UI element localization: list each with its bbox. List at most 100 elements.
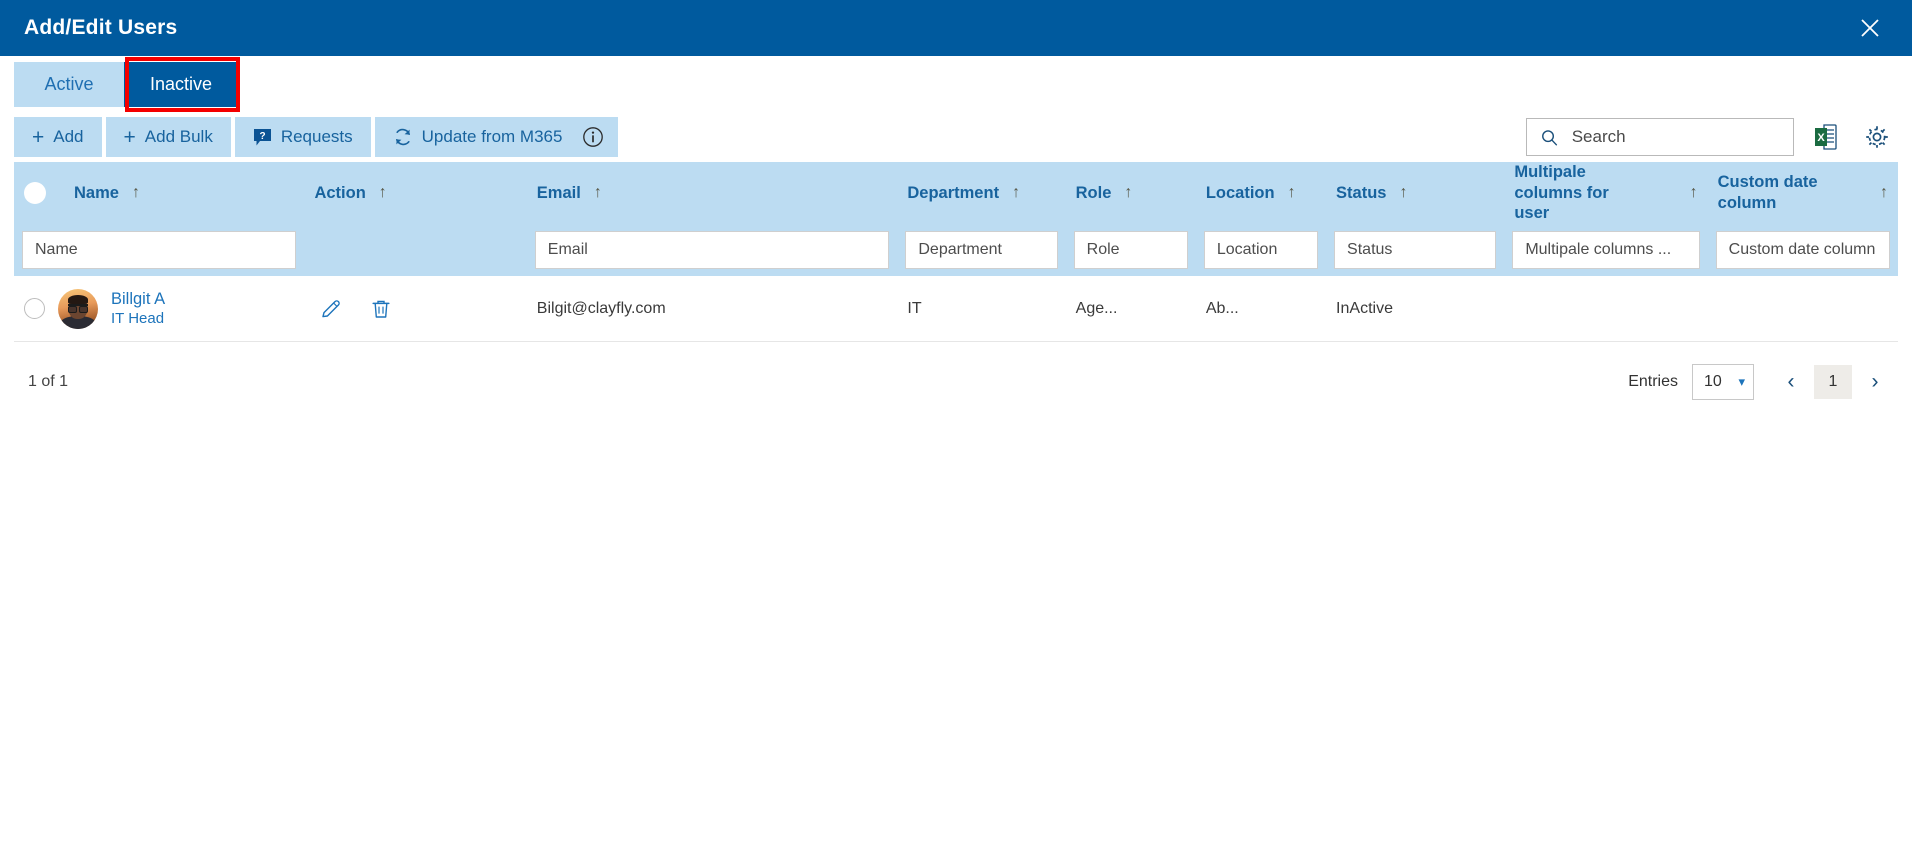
tab-active-label: Active bbox=[44, 74, 94, 94]
toolbar: + Add + Add Bulk ? Requests Update from … bbox=[0, 112, 1912, 162]
column-header-status[interactable]: Status ↑ bbox=[1326, 162, 1504, 224]
filter-input-custom-date[interactable] bbox=[1715, 230, 1890, 269]
row-multiple-columns bbox=[1504, 276, 1707, 342]
table-filter-row bbox=[14, 223, 1898, 276]
svg-text:X: X bbox=[1817, 132, 1825, 144]
column-header-status-label: Status bbox=[1336, 183, 1387, 202]
sort-ascending-icon: ↑ bbox=[1399, 183, 1408, 201]
search-box[interactable] bbox=[1526, 118, 1794, 156]
settings-button[interactable] bbox=[1860, 120, 1894, 154]
column-header-action[interactable]: Action ↑ bbox=[304, 162, 526, 224]
column-header-name-label: Name bbox=[74, 183, 119, 202]
add-bulk-button-label: Add Bulk bbox=[144, 127, 213, 146]
filter-input-status[interactable] bbox=[1334, 230, 1497, 269]
column-header-custom-date-label: Custom date column bbox=[1717, 173, 1818, 212]
row-email: Bilgit@clayfly.com bbox=[536, 299, 666, 317]
update-m365-group: Update from M365 bbox=[374, 117, 619, 157]
sort-ascending-icon: ↑ bbox=[1012, 183, 1021, 201]
row-select-radio[interactable] bbox=[24, 298, 45, 320]
sort-ascending-icon: ↑ bbox=[1689, 183, 1698, 201]
table-row[interactable]: Billgit A IT Head Bilgit@clayfly.com IT … bbox=[14, 275, 1898, 342]
export-excel-button[interactable]: X bbox=[1810, 120, 1844, 154]
tab-active[interactable]: Active bbox=[14, 62, 124, 107]
column-header-email[interactable]: Email ↑ bbox=[527, 162, 898, 224]
filter-input-location[interactable] bbox=[1203, 230, 1319, 269]
filter-input-name[interactable] bbox=[22, 230, 297, 269]
table-header-row: Name ↑ Action ↑ Email ↑ Department ↑ Rol… bbox=[14, 162, 1898, 224]
table-footer: 1 of 1 Entries 10 ▾ ‹ 1 › bbox=[0, 342, 1912, 401]
filter-input-role[interactable] bbox=[1073, 230, 1188, 269]
toolbar-actions: + Add + Add Bulk ? Requests Update from … bbox=[14, 117, 619, 157]
sort-ascending-icon: ↑ bbox=[378, 183, 387, 201]
close-button[interactable] bbox=[1850, 8, 1890, 48]
filter-input-email[interactable] bbox=[534, 230, 890, 269]
add-button-label: Add bbox=[53, 127, 84, 146]
close-icon bbox=[1861, 19, 1879, 37]
pagination-controls: Entries 10 ▾ ‹ 1 › bbox=[1628, 364, 1892, 401]
user-name[interactable]: Billgit A bbox=[111, 289, 165, 310]
previous-page-button[interactable]: ‹ bbox=[1774, 365, 1808, 399]
sort-ascending-icon: ↑ bbox=[1287, 183, 1296, 201]
column-header-multiple-columns[interactable]: Multipale columns for user ↑ bbox=[1504, 162, 1707, 224]
user-name-cell: Billgit A IT Head bbox=[24, 288, 294, 329]
column-header-role-label: Role bbox=[1075, 183, 1112, 202]
users-table: Name ↑ Action ↑ Email ↑ Department ↑ Rol… bbox=[14, 162, 1898, 342]
row-role: Age... bbox=[1075, 299, 1118, 317]
column-header-department-label: Department bbox=[907, 183, 1000, 202]
row-status: InActive bbox=[1336, 299, 1393, 317]
tab-inactive[interactable]: Inactive bbox=[124, 62, 239, 107]
row-custom-date bbox=[1708, 276, 1898, 342]
filter-cell-department bbox=[897, 224, 1065, 276]
tab-inactive-label: Inactive bbox=[150, 74, 213, 94]
users-table-container: Name ↑ Action ↑ Email ↑ Department ↑ Rol… bbox=[0, 162, 1912, 342]
column-header-role[interactable]: Role ↑ bbox=[1066, 162, 1196, 224]
filter-cell-name bbox=[14, 224, 304, 276]
pencil-icon bbox=[322, 299, 341, 317]
column-header-action-label: Action bbox=[314, 183, 366, 202]
row-location: Ab... bbox=[1205, 299, 1239, 317]
requests-button[interactable]: ? Requests bbox=[234, 117, 371, 157]
filter-input-multiple-columns[interactable] bbox=[1512, 230, 1700, 269]
update-from-m365-button[interactable]: Update from M365 bbox=[375, 117, 581, 157]
plus-icon: + bbox=[32, 125, 45, 149]
trash-icon bbox=[372, 300, 391, 318]
column-header-location[interactable]: Location ↑ bbox=[1196, 162, 1326, 224]
info-button[interactable] bbox=[580, 117, 618, 157]
toolbar-right: X bbox=[1526, 118, 1894, 156]
requests-button-label: Requests bbox=[280, 127, 353, 146]
filter-cell-multiple-columns bbox=[1504, 224, 1707, 276]
entries-per-page-value: 10 bbox=[1704, 373, 1722, 391]
filter-cell-custom-date bbox=[1708, 224, 1898, 276]
tab-bar: Active Inactive bbox=[0, 56, 1912, 112]
sort-ascending-icon: ↑ bbox=[131, 183, 140, 201]
column-header-department[interactable]: Department ↑ bbox=[897, 162, 1065, 224]
edit-user-button[interactable] bbox=[320, 298, 342, 320]
page-title: Add/Edit Users bbox=[24, 16, 178, 39]
gear-icon bbox=[1866, 126, 1888, 148]
info-circle-icon bbox=[583, 127, 604, 147]
delete-user-button[interactable] bbox=[370, 298, 392, 320]
column-header-email-label: Email bbox=[536, 183, 581, 202]
filter-cell-email bbox=[527, 224, 898, 276]
column-header-location-label: Location bbox=[1205, 183, 1275, 202]
column-header-custom-date[interactable]: Custom date column ↑ bbox=[1708, 162, 1898, 224]
sort-ascending-icon: ↑ bbox=[593, 183, 602, 201]
record-count: 1 of 1 bbox=[28, 373, 69, 391]
avatar bbox=[58, 288, 98, 329]
window-title-bar: Add/Edit Users bbox=[0, 0, 1912, 56]
update-from-m365-label: Update from M365 bbox=[421, 127, 563, 146]
sort-ascending-icon: ↑ bbox=[1124, 183, 1133, 201]
search-input[interactable] bbox=[1569, 126, 1783, 148]
next-page-button[interactable]: › bbox=[1858, 365, 1892, 399]
row-department: IT bbox=[907, 299, 922, 317]
filter-input-department[interactable] bbox=[905, 230, 1058, 269]
entries-per-page-select[interactable]: 10 ▾ bbox=[1692, 364, 1754, 401]
row-select-cell: Billgit A IT Head bbox=[14, 276, 304, 342]
page-number-1[interactable]: 1 bbox=[1814, 365, 1852, 400]
select-all-radio[interactable] bbox=[24, 181, 46, 204]
add-button[interactable]: + Add bbox=[14, 117, 102, 157]
sync-icon bbox=[395, 128, 410, 146]
plus-icon: + bbox=[123, 125, 136, 149]
add-bulk-button[interactable]: + Add Bulk bbox=[105, 117, 231, 157]
column-header-name[interactable]: Name ↑ bbox=[14, 162, 304, 224]
